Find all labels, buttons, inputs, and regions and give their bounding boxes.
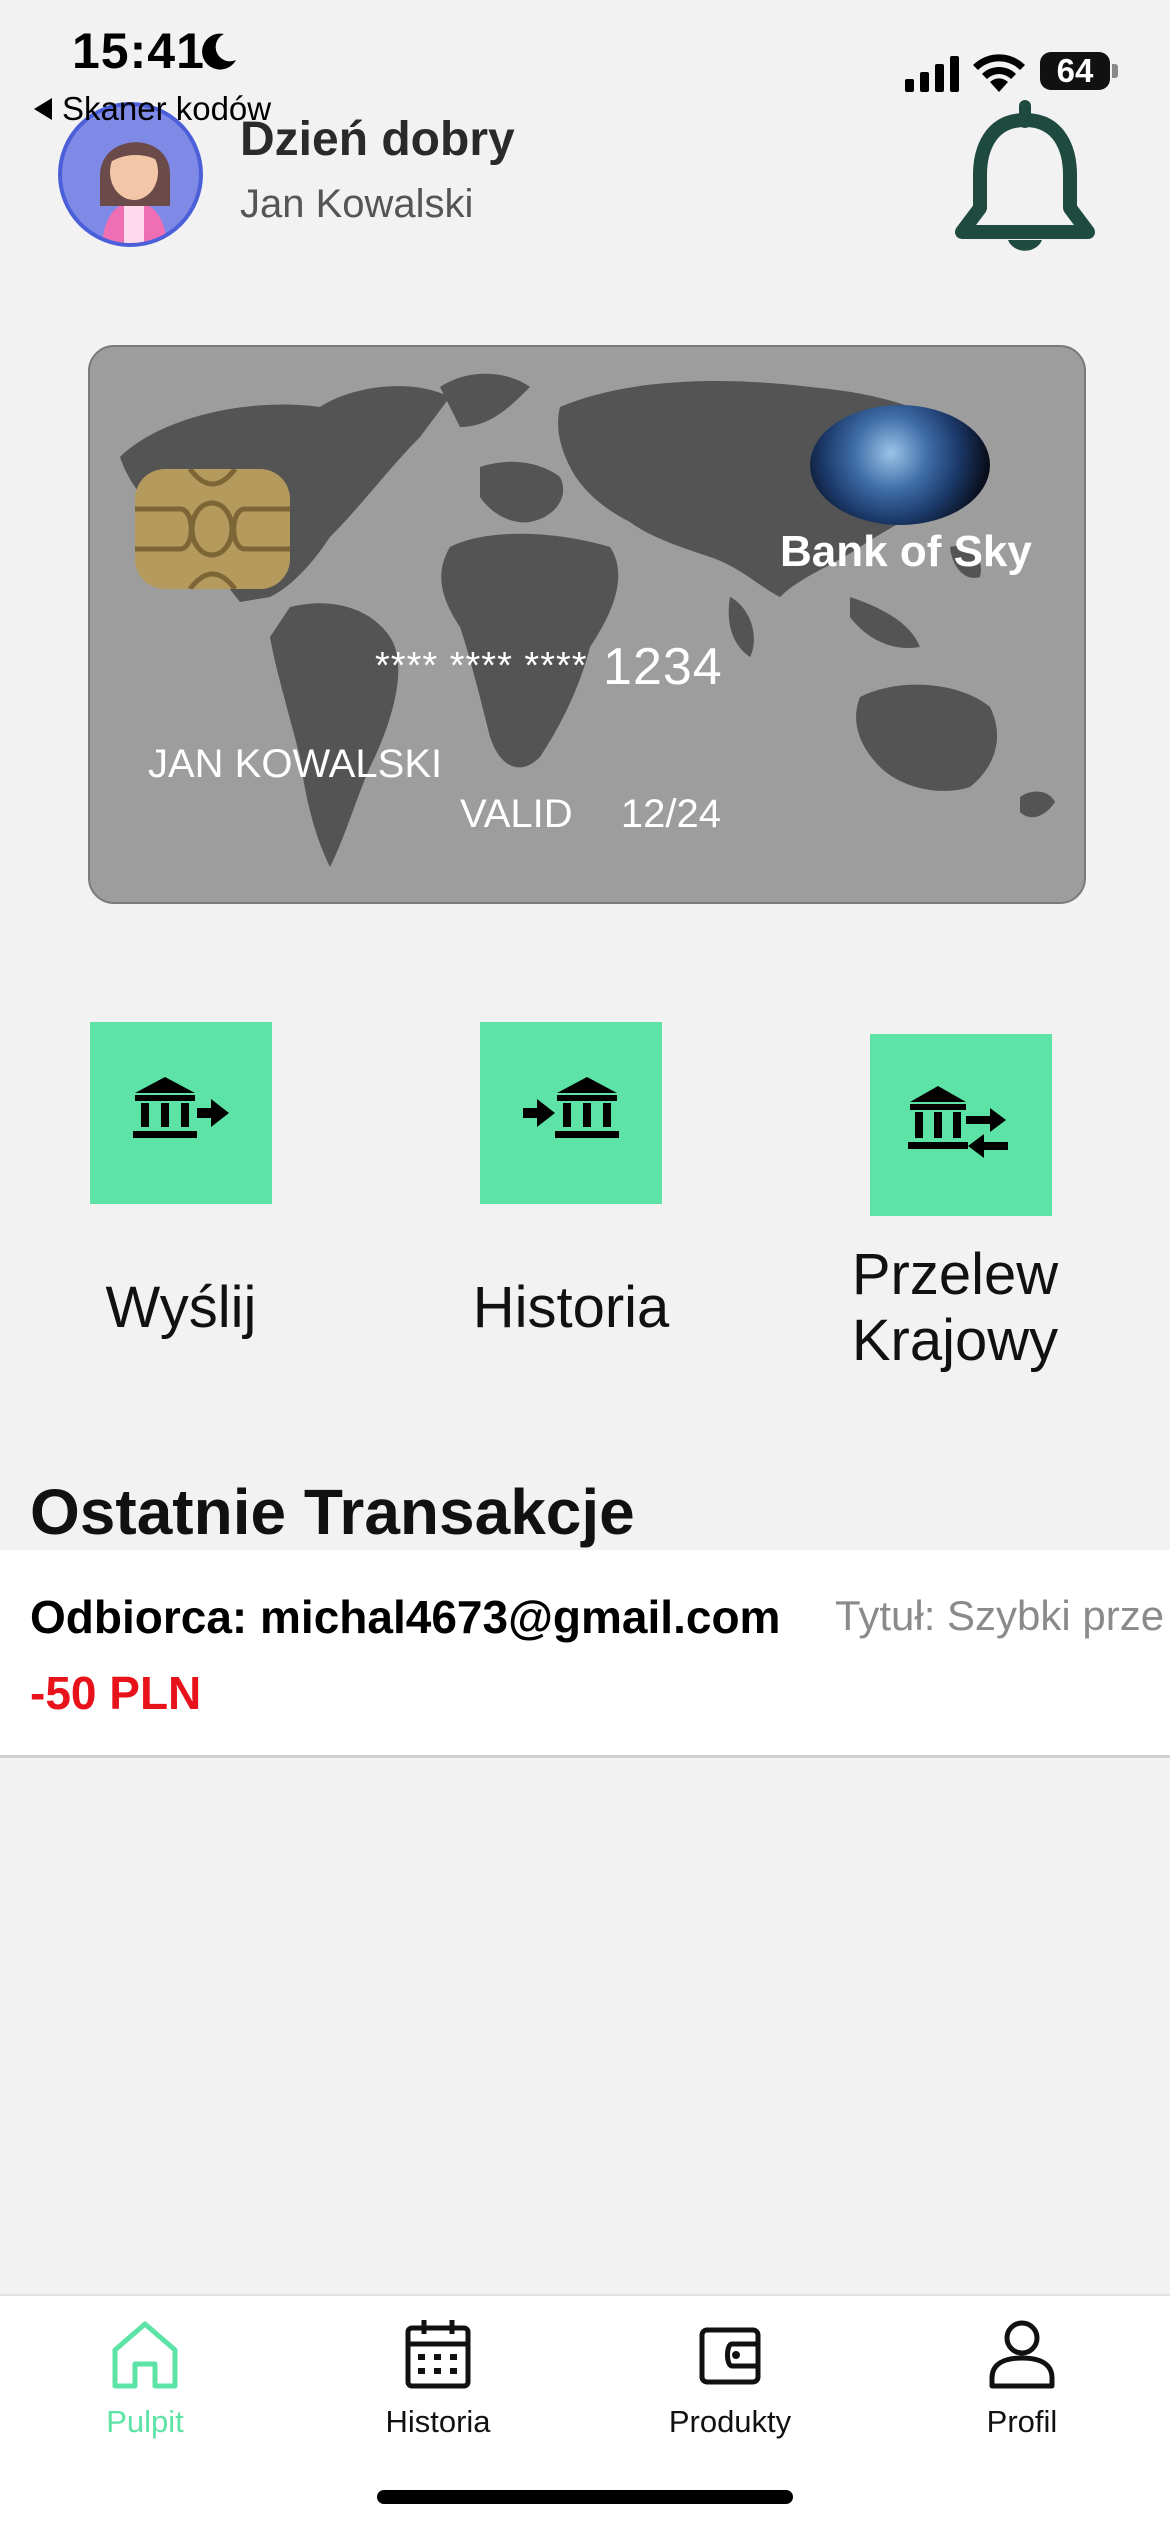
back-to-app-link[interactable]: Skaner kodów (34, 90, 271, 128)
transaction-amount: -50 PLN (30, 1667, 202, 1719)
battery-level: 64 (1056, 52, 1094, 89)
battery-cap (1112, 64, 1118, 78)
bank-send-icon (133, 1077, 229, 1138)
history-action-label[interactable]: Historia (430, 1275, 712, 1341)
domestic-transfer-action-label[interactable]: Przelew Krajowy (810, 1242, 1100, 1374)
transaction-title: Tytuł: Szybki prze (835, 1592, 1165, 1639)
moon-icon (202, 33, 236, 70)
back-arrow-icon (34, 98, 52, 120)
home-icon (112, 2321, 178, 2389)
transaction-row[interactable]: Odbiorca: michal4673@gmail.com Tytuł: Sz… (0, 1550, 1170, 1758)
card-number-mask: **** **** **** (375, 645, 588, 687)
wallet-icon (699, 2327, 761, 2385)
tab-pulpit[interactable]: Pulpit (45, 2316, 245, 2440)
tab-historia[interactable]: Historia (338, 2316, 538, 2440)
send-action-label[interactable]: Wyślij (60, 1275, 302, 1341)
valid-label: VALID (460, 792, 573, 836)
tab-profil[interactable]: Profil (922, 2316, 1122, 2440)
card-holder-name: JAN KOWALSKI (148, 742, 443, 786)
person-icon (989, 2320, 1055, 2389)
transaction-recipient: Odbiorca: michal4673@gmail.com (30, 1591, 781, 1643)
send-action-button[interactable] (90, 1022, 272, 1204)
tab-label: Profil (986, 2404, 1058, 2439)
history-action-button[interactable] (480, 1022, 662, 1204)
valid-date: 12/24 (620, 792, 721, 836)
card-number-last4: 1234 (603, 638, 723, 696)
tab-label: Produkty (668, 2404, 792, 2439)
battery-indicator: 64 (1040, 52, 1110, 90)
wifi-icon (973, 54, 1025, 92)
bank-name: Bank of Sky (780, 527, 1032, 576)
status-time: 15:41 (72, 23, 205, 79)
home-indicator (377, 2490, 793, 2504)
tab-label: Historia (385, 2404, 491, 2439)
bank-transfer-icon (908, 1086, 1008, 1158)
card-validity: VALID 12/24 (460, 792, 721, 837)
cellular-signal-icon (905, 52, 959, 92)
calendar-icon (405, 2320, 471, 2389)
bank-card[interactable]: Bank of Sky **** **** **** 1234 JAN KOWA… (88, 345, 1086, 904)
bell-icon[interactable] (950, 100, 1100, 260)
recent-transactions-heading: Ostatnie Transakcje (30, 1476, 635, 1548)
tab-produkty[interactable]: Produkty (630, 2316, 830, 2440)
globe-logo (810, 405, 990, 525)
back-link-label: Skaner kodów (62, 90, 272, 127)
user-name: Jan Kowalski (240, 182, 474, 226)
tab-label: Pulpit (106, 2404, 184, 2439)
card-number: **** **** **** 1234 (375, 637, 723, 697)
bank-receive-icon (523, 1077, 619, 1138)
domestic-transfer-action-button[interactable] (870, 1034, 1052, 1216)
greeting-heading: Dzień dobry (240, 113, 515, 166)
card-chip (135, 467, 290, 591)
